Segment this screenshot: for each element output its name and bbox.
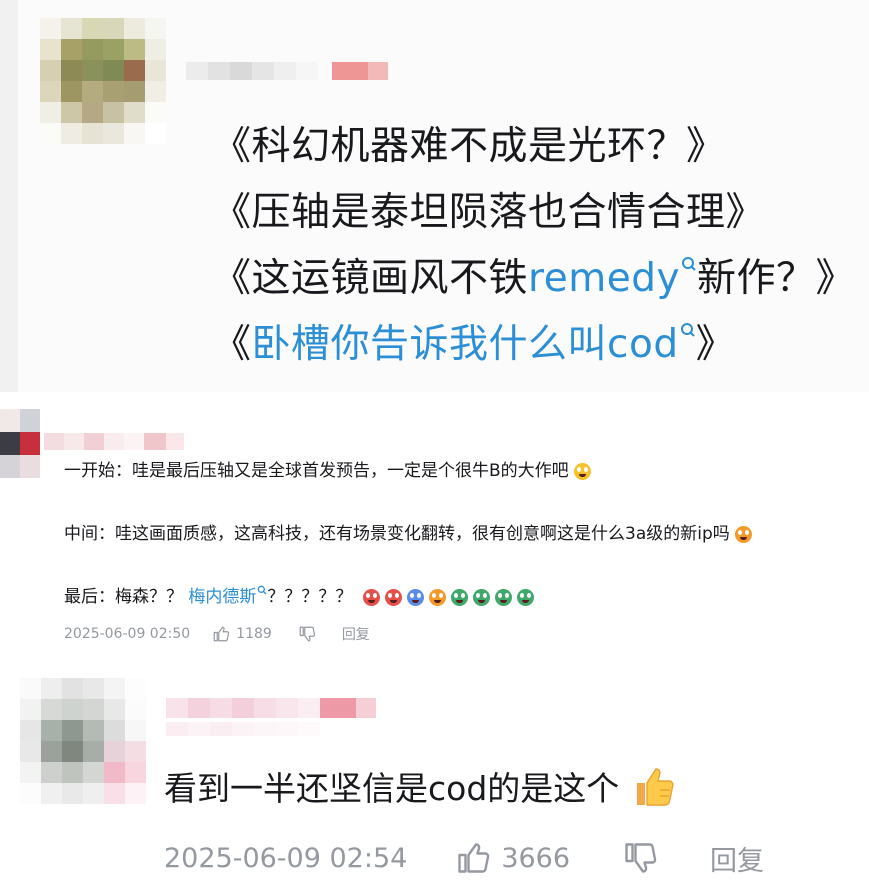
username[interactable] xyxy=(44,433,184,450)
vomit-emoji xyxy=(516,588,534,606)
shocked-emoji xyxy=(734,525,752,543)
username[interactable] xyxy=(186,62,388,80)
comment-line: 中间：哇这画面质感，这高科技，还有场景变化翻转，很有创意啊这是什么3a级的新ip… xyxy=(64,522,752,546)
dislike-button[interactable] xyxy=(622,840,658,876)
reply-button[interactable]: 回复 xyxy=(710,839,764,878)
search-icon[interactable] xyxy=(257,585,267,596)
vomit-emoji xyxy=(472,588,490,606)
username[interactable] xyxy=(166,698,376,718)
search-icon[interactable] xyxy=(681,256,697,274)
reply-panel: 看到一半还坚信是cod的是这个 2025-06-09 02:54 3666 回复 xyxy=(0,660,869,894)
grin-emoji xyxy=(573,462,591,480)
reply-meta: 2025-06-09 02:54 3666 回复 xyxy=(164,839,764,878)
post-line: 《这运镜画风不铁remedy 新作？》 xyxy=(212,256,856,301)
dislike-button[interactable] xyxy=(298,625,316,643)
thumb-up-icon xyxy=(458,843,490,873)
scream-emoji xyxy=(362,588,380,606)
like-button[interactable]: 1189 xyxy=(212,625,272,643)
avatar[interactable] xyxy=(40,18,166,144)
comment-panel: 一开始：哇是最后压轴又是全球首发预告，一定是个很牛B的大作吧 中间：哇这画面质感… xyxy=(0,395,869,657)
comment-line: 最后：梅森？？ 梅内德斯？？？？？ xyxy=(64,585,534,609)
cod-link[interactable]: 卧槽你告诉我什么叫cod xyxy=(252,322,679,367)
scream-emoji xyxy=(384,588,402,606)
avatar[interactable] xyxy=(20,678,146,804)
like-button[interactable]: 3666 xyxy=(455,840,570,876)
reply-text: 看到一半还坚信是cod的是这个 xyxy=(164,763,678,818)
thumbs-up-emoji xyxy=(632,763,678,818)
comment-line: 一开始：哇是最后压轴又是全球首发预告，一定是个很牛B的大作吧 xyxy=(64,459,591,483)
fear-emoji xyxy=(406,588,424,606)
thumb-down-icon xyxy=(625,843,657,873)
post-line: 《卧槽你告诉我什么叫cod 》 xyxy=(212,322,736,367)
post-line: 《压轴是泰坦陨落也合情合理》 xyxy=(212,190,766,235)
menendez-link[interactable]: 梅内德斯 xyxy=(188,587,256,607)
thumb-down-icon xyxy=(299,626,315,642)
remedy-link[interactable]: remedy xyxy=(528,256,680,301)
dizzy-emoji xyxy=(428,588,446,606)
post-line: 《科幻机器难不成是光环？》 xyxy=(212,124,726,169)
search-icon[interactable] xyxy=(680,322,696,340)
vomit-emoji xyxy=(494,588,512,606)
panel-edge xyxy=(0,0,18,392)
reply-date: 2025-06-09 02:54 xyxy=(164,842,408,874)
sick-emoji xyxy=(450,588,468,606)
post-panel: 《科幻机器难不成是光环？》 《压轴是泰坦陨落也合情合理》 《这运镜画风不铁rem… xyxy=(0,0,869,392)
reply-button[interactable]: 回复 xyxy=(342,624,370,644)
username-line2 xyxy=(166,722,320,736)
avatar[interactable] xyxy=(0,409,40,478)
comment-meta: 2025-06-09 02:50 1189 回复 xyxy=(64,624,370,644)
thumb-up-icon xyxy=(213,626,230,642)
comment-date: 2025-06-09 02:50 xyxy=(64,626,191,642)
